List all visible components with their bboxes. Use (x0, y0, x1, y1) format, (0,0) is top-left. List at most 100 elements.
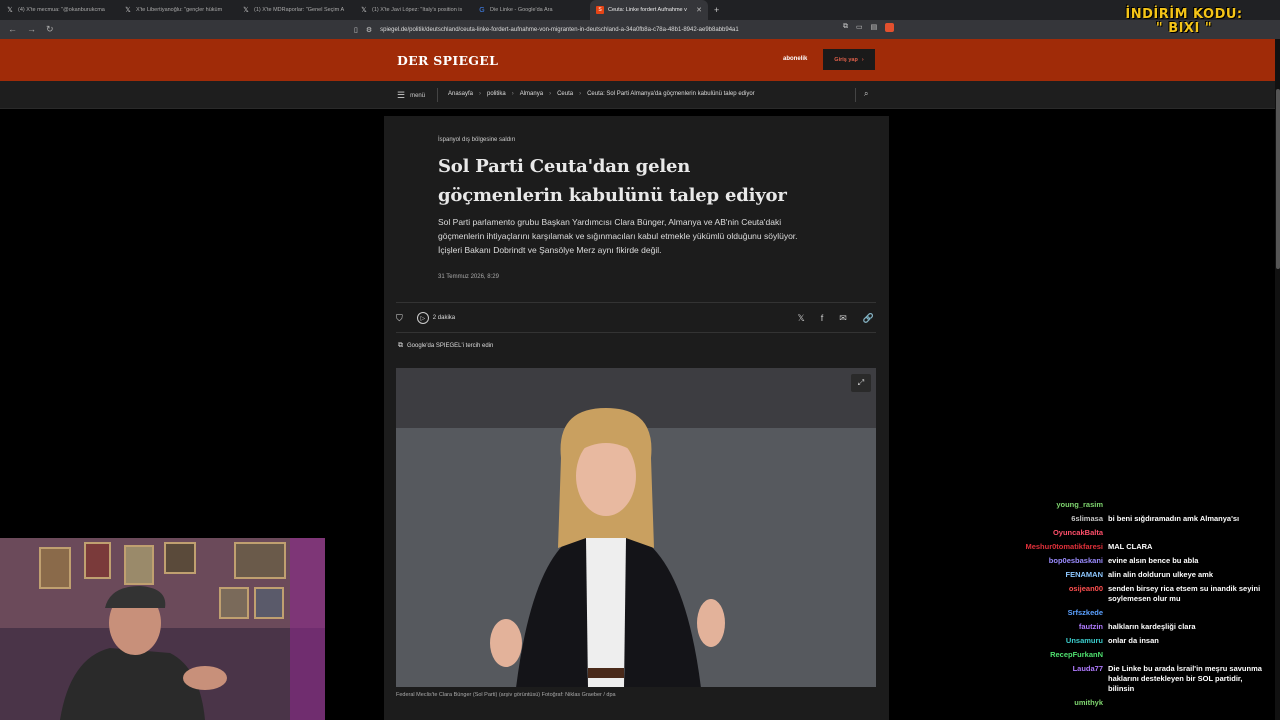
article-date: 31 Temmuz 2026, 8:29 (438, 274, 499, 280)
breadcrumb: Anasayfa › politika › Almanya › Ceuta › … (448, 91, 755, 97)
person-figure (490, 408, 725, 687)
chat-username[interactable]: Lauda77 (1000, 664, 1108, 694)
tab-title: (4) X'te mecmua: "@okanburukcma (18, 7, 105, 13)
breadcrumb-politics[interactable]: politika (487, 91, 506, 97)
new-tab-button[interactable]: + (708, 5, 725, 15)
chat-text: onlar da insan (1108, 636, 1159, 645)
divider (437, 88, 438, 102)
chat-username[interactable]: OyuncakBalta (1000, 528, 1108, 538)
chat-text: evine alsın bence bu abla (1108, 556, 1199, 565)
chevron-right-icon: › (549, 91, 552, 97)
tab-2[interactable]: 𝕏 X'te Libertiyanoğlu: "gençler hüküm (118, 0, 236, 20)
chat-username[interactable]: Unsamuru (1000, 636, 1108, 646)
chevron-right-icon: › (479, 91, 482, 97)
x-icon: 𝕏 (125, 7, 131, 14)
omnibox[interactable]: ▯ ⚙ spiegel.de/politik/deutschland/ceuta… (350, 23, 910, 36)
breadcrumb-bar: ☰ menü Anasayfa › politika › Almanya › C… (0, 81, 1275, 109)
login-button[interactable]: Giriş yap › (823, 49, 875, 70)
chat-text (1108, 528, 1268, 538)
tab-strip: 𝕏 (4) X'te mecmua: "@okanburukcma 𝕏 X'te L… (0, 0, 1280, 20)
chat-message: osijean00 senden birsey rica etsem su ina… (1000, 584, 1275, 604)
breadcrumb-ceuta[interactable]: Ceuta (557, 91, 573, 97)
link-icon[interactable]: 🔗 (863, 313, 874, 324)
breadcrumb-current: Ceuta: Sol Parti Almanya'da göçmenlerin … (587, 91, 755, 97)
article-headline: Sol Parti Ceuta'dan gelen göçmenlerin ka… (438, 156, 787, 206)
chat-username[interactable]: bop0esbaskani (1000, 556, 1108, 566)
close-tab-icon[interactable]: ✕ (696, 6, 702, 14)
divider (396, 302, 876, 303)
chat-username[interactable]: Meshur0tomatikfaresi (1000, 542, 1108, 552)
expand-icon[interactable]: ⤢ (851, 374, 871, 392)
x-share-icon[interactable]: 𝕏 (797, 313, 804, 324)
divider (855, 88, 856, 102)
subscribe-link[interactable]: abonelik (783, 56, 807, 62)
tab-title: (1) X'te Javi López: "Italy's position i… (372, 7, 463, 13)
chat-username[interactable]: FENAMAN (1000, 570, 1108, 580)
photo-caption: Federal Meclis'te Clara Bünger (Sol Part… (396, 692, 616, 698)
tab-6-active[interactable]: S Ceuta: Linke fordert Aufnahme v ✕ (590, 0, 708, 20)
bookmark-icon[interactable]: ⛉ (396, 313, 403, 324)
copy-icon: ⧉ (398, 342, 403, 349)
article-photo[interactable]: ⤢ (396, 368, 876, 687)
cast-icon[interactable]: ▭ (856, 23, 863, 32)
url-text[interactable]: spiegel.de/politik/deutschland/ceuta-lin… (380, 27, 739, 33)
x-icon: 𝕏 (7, 7, 13, 14)
chat-text (1108, 698, 1268, 708)
tab-5[interactable]: G Die Linke - Google'da Ara (472, 0, 590, 20)
chat-username[interactable]: Srfszkede (1000, 608, 1108, 618)
tab-3[interactable]: 𝕏 (1) X'te MDRaporlar: "Genel Seçim A (236, 0, 354, 20)
breadcrumb-home[interactable]: Anasayfa (448, 91, 473, 97)
x-icon: 𝕏 (243, 7, 249, 14)
menu-button[interactable]: ☰ menü (397, 90, 425, 101)
chat-message: Unsamuru onlar da insan (1000, 636, 1275, 646)
x-icon: 𝕏 (361, 7, 367, 14)
promo-line-1: İNDİRİM KODU: (1125, 7, 1243, 22)
read-time: ▷ 2 dakika (416, 312, 455, 324)
tab-4[interactable]: 𝕏 (1) X'te Javi López: "Italy's position … (354, 0, 472, 20)
tab-1[interactable]: 𝕏 (4) X'te mecmua: "@okanburukcma (0, 0, 118, 20)
site-info-icon[interactable]: ⚙ (366, 26, 372, 34)
chat-username[interactable]: young_rasim (1000, 500, 1108, 510)
site-logo[interactable]: DER SPIEGEL (397, 53, 498, 68)
chat-username[interactable]: RecepFurkanN (1000, 650, 1108, 660)
chat-text: MAL CLARA (1108, 542, 1153, 551)
streamer-webcam (0, 538, 325, 720)
chat-message: FENAMAN alin alin doldurun ulkeye amk (1000, 570, 1275, 580)
play-icon[interactable]: ▷ (416, 312, 429, 324)
chat-username[interactable]: 6slimasa (1000, 514, 1108, 524)
forward-icon[interactable]: → (27, 24, 36, 35)
share-buttons: 𝕏 f ✉ 🔗 (797, 313, 876, 324)
promo-overlay: İNDİRİM KODU: " BIXI " (1124, 8, 1244, 36)
scrollbar[interactable] (1275, 39, 1280, 720)
divider (396, 332, 876, 333)
brave-shield-icon[interactable] (885, 23, 895, 32)
spiegel-icon: S (596, 6, 604, 14)
chat-username[interactable]: osijean00 (1000, 584, 1108, 604)
translate-icon[interactable]: ⧉ (843, 23, 848, 32)
chat-username[interactable]: fautzin (1000, 622, 1108, 632)
back-icon[interactable]: ← (8, 24, 17, 35)
chat-message: RecepFurkanN (1000, 650, 1275, 660)
chat-message: bop0esbaskani evine alsın bence bu abla (1000, 556, 1275, 566)
search-icon[interactable]: ⌕ (864, 89, 868, 99)
mail-icon[interactable]: ✉ (839, 313, 847, 324)
stream-chat: young_rasim 6slimasa bi beni sığdıramadın… (1000, 500, 1275, 720)
google-preference-link[interactable]: ⧉ Google'da SPIEGEL'i tercih edin (398, 342, 493, 350)
webcam-scene (0, 538, 325, 720)
scrollbar-thumb[interactable] (1276, 89, 1280, 269)
chat-message: young_rasim (1000, 500, 1275, 510)
facebook-icon[interactable]: f (821, 313, 824, 324)
chat-message: Lauda77 Die Linke bu arada İsrail'in meşr… (1000, 664, 1275, 694)
menu-label: menü (410, 92, 426, 99)
article-kicker: İspanyol dış bölgesine saldırı (438, 137, 516, 143)
chat-message: umithyk (1000, 698, 1275, 708)
breadcrumb-germany[interactable]: Almanya (520, 91, 543, 97)
bookmark-icon[interactable]: ▯ (354, 26, 358, 34)
chat-message: fautzin halkların kardeşliği clara (1000, 622, 1275, 632)
google-preference-label: Google'da SPIEGEL'i tercih edin (407, 343, 494, 349)
reload-icon[interactable]: ↻ (46, 24, 54, 35)
article-actions: ⛉ ▷ 2 dakika 𝕏 f ✉ 🔗 (396, 310, 876, 326)
reader-icon[interactable]: ▤ (871, 23, 878, 32)
chat-username[interactable]: umithyk (1000, 698, 1108, 708)
hamburger-icon: ☰ (397, 90, 406, 100)
